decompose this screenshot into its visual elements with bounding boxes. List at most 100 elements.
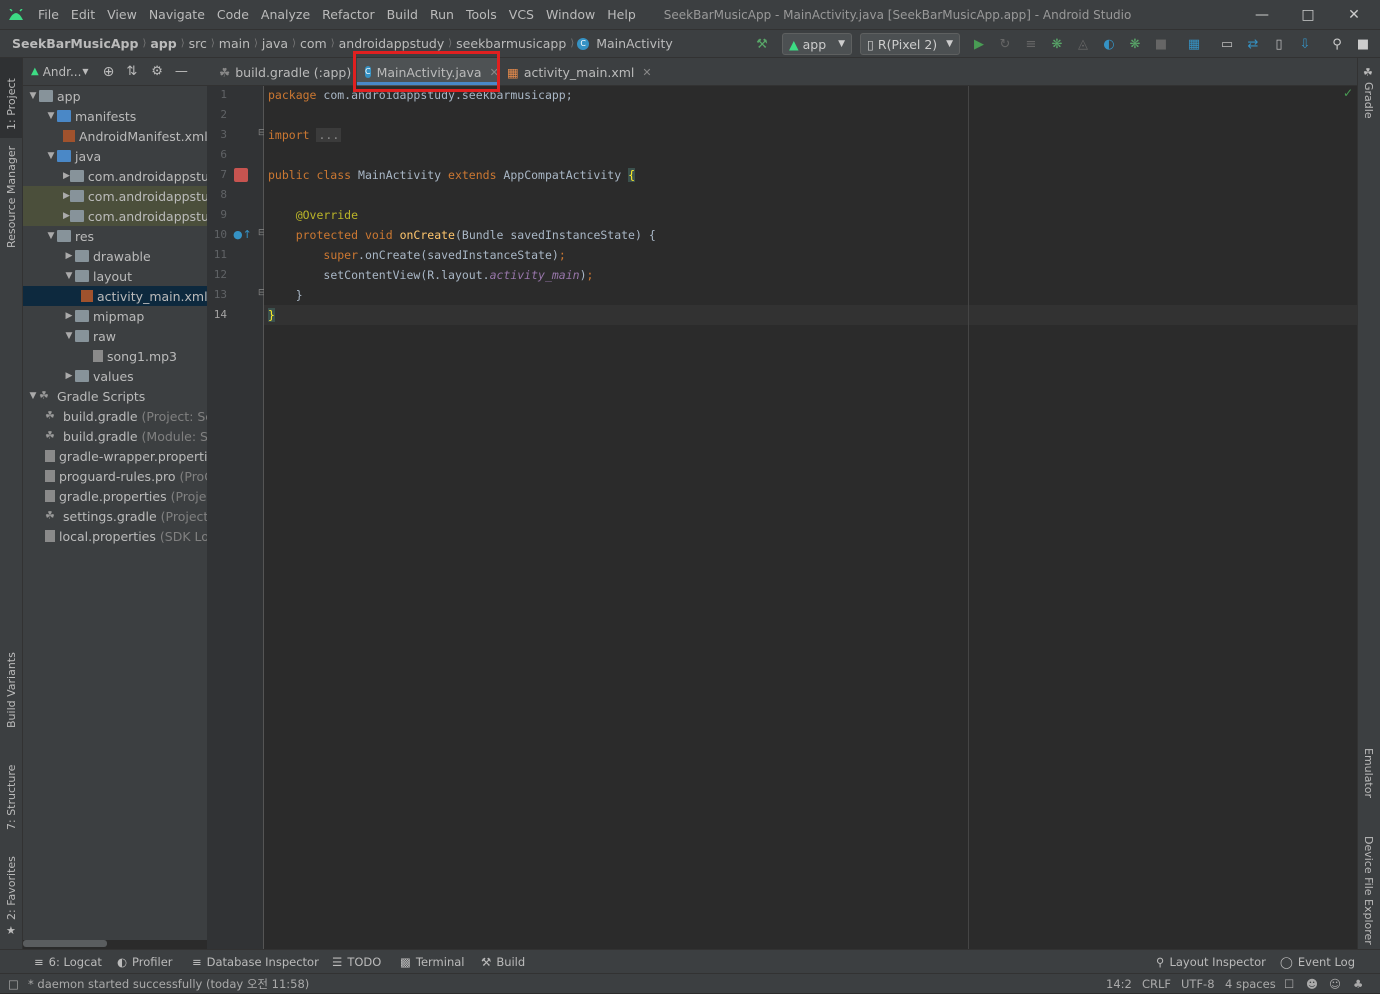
tree-item[interactable]: gradle.properties(Project Properties) xyxy=(23,486,207,506)
breadcrumb-androidappstudy[interactable]: androidappstudy xyxy=(335,36,449,51)
code-editor[interactable]: package com.androidappstudy.seekbarmusic… xyxy=(264,86,1357,949)
tool-window-device-file-explorer[interactable]: Device File Explorer xyxy=(1362,836,1375,945)
expand-right-arrow-icon[interactable]: ▶ xyxy=(63,371,75,381)
tool-window-resource-manager[interactable]: Resource Manager xyxy=(5,146,18,248)
expand-down-arrow-icon[interactable]: ▼ xyxy=(27,91,39,101)
account-icon[interactable]: ■ xyxy=(1354,36,1372,52)
menu-window[interactable]: Window xyxy=(540,0,601,29)
tool-layout-inspector[interactable]: ⚲ Layout Inspector xyxy=(1156,950,1266,974)
apply-changes-icon[interactable]: ↻ xyxy=(996,36,1014,52)
search-icon[interactable]: ⚲ xyxy=(1328,36,1346,52)
expand-down-arrow-icon[interactable]: ▼ xyxy=(63,271,75,281)
menu-file[interactable]: File xyxy=(32,0,65,29)
make-project-icon[interactable]: ⚒ xyxy=(753,36,771,52)
profile-icon[interactable]: ◐ xyxy=(1100,36,1118,52)
tree-item[interactable]: proguard-rules.pro(ProGuard Rules for Se… xyxy=(23,466,207,486)
menu-tools[interactable]: Tools xyxy=(460,0,503,29)
project-view-select[interactable]: Andr... xyxy=(43,65,82,79)
tree-item[interactable]: ▼ layout xyxy=(23,266,207,286)
expand-down-arrow-icon[interactable]: ▼ xyxy=(63,331,75,341)
breadcrumb-app[interactable]: app xyxy=(146,36,180,51)
menu-run[interactable]: Run xyxy=(424,0,460,29)
expand-right-arrow-icon[interactable]: ▶ xyxy=(63,311,75,321)
tree-item[interactable]: song1.mp3 xyxy=(23,346,207,366)
tree-item[interactable]: AndroidManifest.xml xyxy=(23,126,207,146)
no-problems-check-icon[interactable]: ✓ xyxy=(1343,86,1353,100)
tree-item[interactable]: local.properties(SDK Location) xyxy=(23,526,207,546)
indent-setting[interactable]: 4 spaces xyxy=(1225,974,1276,994)
tool-window-project[interactable]: 1: Project xyxy=(5,78,18,130)
breadcrumb-src[interactable]: src xyxy=(185,36,211,51)
tree-item[interactable]: ▶ com.androidappstudy xyxy=(23,186,207,206)
project-tree-scrollbar[interactable] xyxy=(23,940,107,947)
breadcrumb-mainactivity[interactable]: MainActivity xyxy=(592,36,677,51)
tree-item[interactable]: activity_main.xml xyxy=(23,286,207,306)
menu-refactor[interactable]: Refactor xyxy=(316,0,380,29)
tool-event-log[interactable]: ◯ Event Log xyxy=(1280,950,1355,974)
tool-profiler[interactable]: ◐ Profiler xyxy=(117,950,173,974)
tool-window-structure[interactable]: 7: Structure xyxy=(5,765,18,830)
breadcrumb-com[interactable]: com xyxy=(296,36,331,51)
collapse-all-icon[interactable]: ⇅ xyxy=(126,64,137,79)
apply-code-changes-icon[interactable]: ≡ xyxy=(1022,36,1040,52)
avd-manager-icon[interactable]: ▭ xyxy=(1218,36,1236,52)
tree-item[interactable]: ▶ com.androidappstudy xyxy=(23,206,207,226)
tool-window-gradle[interactable]: Gradle xyxy=(1362,82,1375,119)
sdk-manager-icon[interactable]: ⇩ xyxy=(1296,36,1314,52)
inspection-face-icon[interactable]: ☻ xyxy=(1306,974,1318,994)
expand-right-arrow-icon[interactable]: ▶ xyxy=(63,171,70,181)
device-manager-icon[interactable]: ▯ xyxy=(1270,36,1288,52)
expand-down-arrow-icon[interactable]: ▼ xyxy=(45,231,57,241)
menu-view[interactable]: View xyxy=(101,0,143,29)
menu-navigate[interactable]: Navigate xyxy=(143,0,211,29)
tool-window-favorites[interactable]: 2: Favorites xyxy=(5,856,18,920)
debug-icon[interactable]: ❋ xyxy=(1048,36,1066,52)
menu-analyze[interactable]: Analyze xyxy=(255,0,316,29)
stop-icon[interactable]: ■ xyxy=(1152,36,1170,52)
breadcrumb-project[interactable]: SeekBarMusicApp xyxy=(8,36,142,51)
settings-gear-icon[interactable]: ⚙ xyxy=(151,64,163,79)
tree-item[interactable]: ▶ mipmap xyxy=(23,306,207,326)
expand-down-arrow-icon[interactable]: ▼ xyxy=(45,151,57,161)
memory-indicator-icon[interactable]: ♣ xyxy=(1353,974,1363,994)
tab-build-gradle[interactable]: ☘ build.gradle (:app) ✕ xyxy=(213,58,368,86)
tab-activity-main-xml[interactable]: ▦ activity_main.xml ✕ xyxy=(503,58,652,86)
menu-help[interactable]: Help xyxy=(601,0,642,29)
tree-item[interactable]: ▼ raw xyxy=(23,326,207,346)
tree-item[interactable]: ▼ manifests xyxy=(23,106,207,126)
status-message[interactable]: * daemon started successfully (today 오전 … xyxy=(28,974,309,994)
tree-item[interactable]: ▼ app xyxy=(23,86,207,106)
tree-item[interactable]: ☘ settings.gradle(Project Settings) xyxy=(23,506,207,526)
editor-gutter[interactable]: 1 2 3 6 7 8 9 10 11 12 13 14 ●↑ ⊟ ⊟ ⊟ xyxy=(207,86,266,949)
project-structure-icon[interactable]: ▦ xyxy=(1185,36,1203,52)
file-encoding[interactable]: UTF-8 xyxy=(1181,974,1215,994)
tool-window-build-variants[interactable]: Build Variants xyxy=(5,652,18,728)
lock-icon[interactable]: ☐ xyxy=(1284,974,1294,994)
tree-item[interactable]: ▶ values xyxy=(23,366,207,386)
expand-down-arrow-icon[interactable]: ▼ xyxy=(27,391,39,401)
tree-item[interactable]: gradle-wrapper.properties(Gradle Version… xyxy=(23,446,207,466)
tree-item[interactable]: ☘ build.gradle(Project: SeekBarMusicApp) xyxy=(23,406,207,426)
tree-item[interactable]: ▶ drawable xyxy=(23,246,207,266)
expand-right-arrow-icon[interactable]: ▶ xyxy=(63,191,70,201)
tool-terminal[interactable]: ▩ Terminal xyxy=(400,950,464,974)
tool-window-emulator[interactable]: Emulator xyxy=(1362,748,1375,798)
maximize-button[interactable]: □ xyxy=(1285,0,1331,29)
menu-build[interactable]: Build xyxy=(381,0,424,29)
sync-gradle-icon[interactable]: ⇄ xyxy=(1244,36,1262,52)
locate-file-icon[interactable]: ⊕ xyxy=(103,64,115,80)
breadcrumb-java[interactable]: java xyxy=(258,36,292,51)
line-separator[interactable]: CRLF xyxy=(1142,974,1171,994)
menu-code[interactable]: Code xyxy=(211,0,255,29)
tree-item[interactable]: ▶ com.androidappstudy xyxy=(23,166,207,186)
run-icon[interactable]: ▶ xyxy=(970,36,988,52)
device-select[interactable]: ▯ R(Pixel 2) ▼ xyxy=(860,33,960,55)
attach-debugger-icon[interactable]: ◬ xyxy=(1074,36,1092,52)
tree-item[interactable]: ▼ ☘ Gradle Scripts xyxy=(23,386,207,406)
expand-right-arrow-icon[interactable]: ▶ xyxy=(63,211,70,221)
tree-item[interactable]: ☘ build.gradle(Module: SeekBarMusicApp.ap… xyxy=(23,426,207,446)
expand-right-arrow-icon[interactable]: ▶ xyxy=(63,251,75,261)
override-method-icon[interactable]: ●↑ xyxy=(233,228,252,241)
expand-down-arrow-icon[interactable]: ▼ xyxy=(45,111,57,121)
tool-logcat[interactable]: ≡ 6: Logcat xyxy=(34,950,102,974)
